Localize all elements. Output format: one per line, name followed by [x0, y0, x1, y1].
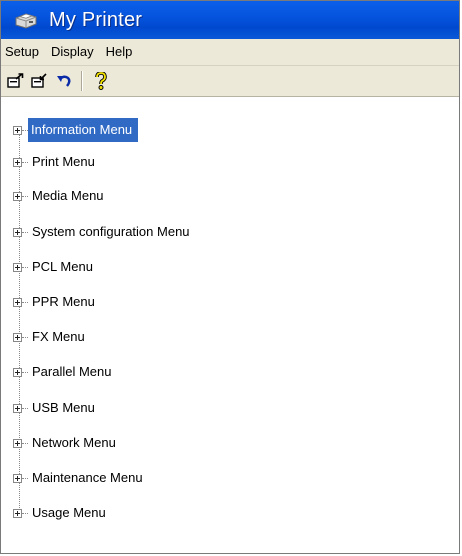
tree-node-parallel[interactable]: Parallel Menu — [13, 361, 116, 383]
download-settings-icon — [31, 73, 47, 88]
tree-node-usb[interactable]: USB Menu — [13, 397, 99, 419]
menu-setup[interactable]: Setup — [1, 40, 44, 64]
tree-node-label[interactable]: Print Menu — [28, 152, 99, 172]
tree-node-ppr[interactable]: PPR Menu — [13, 291, 99, 313]
expand-icon[interactable] — [13, 403, 22, 413]
menu-display[interactable]: Display — [46, 40, 99, 64]
printer-icon — [15, 13, 37, 29]
menu-bar: Setup Display Help — [1, 39, 459, 66]
window-title: My Printer — [49, 8, 143, 31]
expand-icon[interactable] — [13, 191, 22, 201]
app-window: My Printer Setup Display Help Informatio… — [0, 0, 460, 554]
tree-node-system-configuration[interactable]: System configuration Menu — [13, 221, 194, 243]
tree-node-label[interactable]: Network Menu — [28, 433, 120, 453]
help-icon — [95, 72, 107, 90]
download-settings-button[interactable] — [29, 70, 51, 92]
tree-node-label[interactable]: System configuration Menu — [28, 222, 194, 242]
tree-node-label[interactable]: Parallel Menu — [28, 362, 116, 382]
undo-button[interactable] — [53, 70, 75, 92]
expand-icon[interactable] — [13, 473, 22, 483]
tree-node-maintenance[interactable]: Maintenance Menu — [13, 467, 147, 489]
menu-tree: Information Menu Print Menu Media Menu S… — [1, 97, 459, 553]
tree-node-label[interactable]: Usage Menu — [28, 503, 110, 523]
menu-help[interactable]: Help — [101, 40, 138, 64]
title-bar[interactable]: My Printer — [1, 1, 459, 39]
expand-icon[interactable] — [13, 332, 22, 342]
tree-node-media[interactable]: Media Menu — [13, 185, 108, 207]
tree-node-label[interactable]: USB Menu — [28, 398, 99, 418]
undo-icon — [57, 75, 71, 87]
tree-node-network[interactable]: Network Menu — [13, 432, 120, 454]
help-button[interactable] — [90, 70, 112, 92]
toolbar — [1, 66, 459, 97]
expand-icon[interactable] — [13, 157, 22, 167]
toolbar-separator — [81, 71, 83, 91]
expand-icon[interactable] — [13, 367, 22, 377]
expand-icon[interactable] — [13, 438, 22, 448]
tree-node-label[interactable]: PPR Menu — [28, 292, 99, 312]
tree-node-label[interactable]: PCL Menu — [28, 257, 97, 277]
tree-node-information[interactable]: Information Menu — [13, 118, 139, 142]
tree-node-print[interactable]: Print Menu — [13, 151, 99, 173]
expand-icon[interactable] — [13, 262, 22, 272]
upload-settings-button[interactable] — [5, 70, 27, 92]
expand-icon[interactable] — [13, 227, 22, 237]
tree-node-usage[interactable]: Usage Menu — [13, 502, 110, 524]
tree-node-fx[interactable]: FX Menu — [13, 326, 89, 348]
expand-icon[interactable] — [13, 508, 22, 518]
tree-node-pcl[interactable]: PCL Menu — [13, 256, 97, 278]
tree-node-label[interactable]: Media Menu — [28, 186, 108, 206]
tree-node-label[interactable]: Information Menu — [28, 118, 139, 142]
expand-icon[interactable] — [13, 125, 22, 135]
expand-icon[interactable] — [13, 297, 22, 307]
tree-node-label[interactable]: FX Menu — [28, 327, 89, 347]
tree-node-label[interactable]: Maintenance Menu — [28, 468, 147, 488]
upload-settings-icon — [7, 73, 24, 88]
